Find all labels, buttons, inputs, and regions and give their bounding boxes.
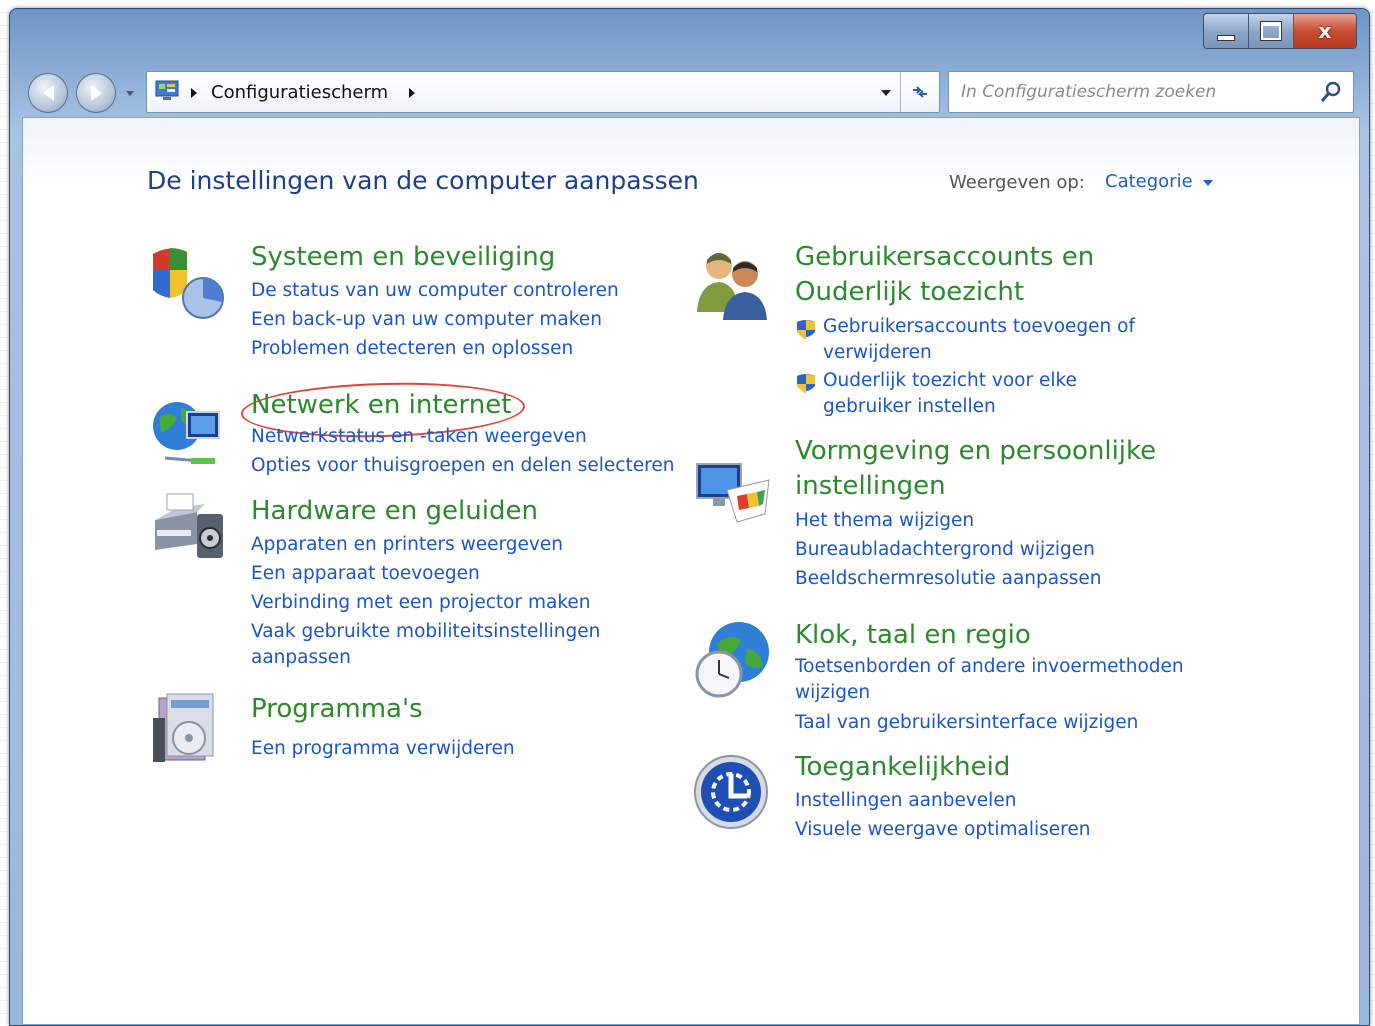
category-title-hardware-en-geluiden[interactable]: Hardware en geluiden xyxy=(251,494,538,529)
category-title-klok-taal-regio[interactable]: Klok, taal en regio xyxy=(795,618,1031,653)
printer-speaker-icon[interactable] xyxy=(147,486,229,568)
accessibility-icon[interactable] xyxy=(691,752,773,834)
link-gebruikersaccounts-toevoegen-label[interactable]: Gebruikersaccounts toevoegen of verwijde… xyxy=(823,316,1135,363)
link-bureaubladachtergrond-wijzigen[interactable]: Bureaubladachtergrond wijzigen xyxy=(795,535,1101,564)
link-apparaten-printers-weergeven[interactable]: Apparaten en printers weergeven xyxy=(251,530,601,559)
minimize-button[interactable] xyxy=(1204,14,1249,48)
link-beeldschermresolutie-aanpassen[interactable]: Beeldschermresolutie aanpassen xyxy=(795,564,1101,593)
uac-shield-icon xyxy=(797,374,815,394)
recent-pages-dropdown[interactable] xyxy=(126,91,134,96)
link-projector-verbinden[interactable]: Verbinding met een projector maken xyxy=(251,588,601,617)
monitor-palette-icon[interactable] xyxy=(691,452,773,534)
view-by-caret-icon[interactable] xyxy=(1203,180,1213,186)
category-title-systeem-en-beveiliging[interactable]: Systeem en beveiliging xyxy=(251,240,555,275)
link-thuisgroepen-selecteren[interactable]: Opties voor thuisgroepen en delen select… xyxy=(251,451,674,480)
category-title-netwerk-en-internet[interactable]: Netwerk en internet xyxy=(251,388,511,423)
link-taal-gebruikersinterface-wijzigen[interactable]: Taal van gebruikersinterface wijzigen xyxy=(795,708,1195,737)
breadcrumb-configuratiescherm[interactable]: Configuratiescherm xyxy=(211,82,388,103)
search-box[interactable] xyxy=(948,71,1354,113)
link-toetsenborden-wijzigen[interactable]: Toetsenborden of andere invoermethoden w… xyxy=(795,654,1195,706)
link-ouderlijk-toezicht-instellen[interactable]: Ouderlijk toezicht voor elke gebruiker i… xyxy=(795,368,1163,420)
view-by-dropdown[interactable]: Categorie xyxy=(1105,171,1193,192)
category-links-gebruikersaccounts: Gebruikersaccounts toevoegen of verwijde… xyxy=(795,314,1163,420)
category-links-toegankelijkheid: Instellingen aanbevelen Visuele weergave… xyxy=(795,786,1090,844)
forward-arrow-icon xyxy=(90,85,102,101)
refresh-icon xyxy=(913,86,927,98)
caption-buttons: x xyxy=(1203,13,1357,49)
category-links-programmas: Een programma verwijderen xyxy=(251,734,515,763)
view-by-label: Weergeven op: xyxy=(949,172,1085,193)
back-arrow-icon xyxy=(42,85,54,101)
category-links-systeem: De status van uw computer controleren Ee… xyxy=(251,276,619,363)
link-visuele-weergave-optimaliseren[interactable]: Visuele weergave optimaliseren xyxy=(795,815,1090,844)
category-links-vormgeving: Het thema wijzigen Bureaubladachtergrond… xyxy=(795,506,1101,593)
breadcrumb-separator-icon[interactable] xyxy=(191,88,197,98)
minimize-icon xyxy=(1217,35,1235,41)
link-problemen-oplossen[interactable]: Problemen detecteren en oplossen xyxy=(251,334,619,363)
globe-network-icon[interactable] xyxy=(147,388,229,470)
programs-disc-icon[interactable] xyxy=(147,688,229,770)
link-status-controleren[interactable]: De status van uw computer controleren xyxy=(251,276,619,305)
content-area: De instellingen van de computer aanpasse… xyxy=(22,117,1360,1025)
link-gebruikersaccounts-toevoegen[interactable]: Gebruikersaccounts toevoegen of verwijde… xyxy=(795,314,1163,366)
link-programma-verwijderen[interactable]: Een programma verwijderen xyxy=(251,734,515,763)
category-links-netwerk: Netwerkstatus en -taken weergeven Opties… xyxy=(251,422,674,480)
users-icon[interactable] xyxy=(691,242,773,324)
control-panel-window: x Configuratiescherm In Configuratiesche… xyxy=(9,8,1370,1026)
category-title-programmas[interactable]: Programma's xyxy=(251,692,423,727)
maximize-button[interactable] xyxy=(1249,14,1294,48)
refresh-button[interactable] xyxy=(900,72,939,112)
category-links-klok: Toetsenborden of andere invoermethoden w… xyxy=(795,654,1195,737)
uac-shield-icon xyxy=(797,320,815,340)
globe-clock-icon[interactable] xyxy=(691,618,773,700)
control-panel-icon xyxy=(155,80,179,100)
shield-chart-icon[interactable] xyxy=(147,240,229,322)
link-netwerkstatus-weergeven[interactable]: Netwerkstatus en -taken weergeven xyxy=(251,422,674,451)
maximize-icon xyxy=(1261,22,1281,40)
category-title-gebruikersaccounts[interactable]: Gebruikersaccounts en Ouderlijk toezicht xyxy=(795,240,1215,310)
close-icon: x xyxy=(1318,19,1332,43)
link-thema-wijzigen[interactable]: Het thema wijzigen xyxy=(795,506,1101,535)
search-icon[interactable] xyxy=(1319,80,1343,104)
page-title: De instellingen van de computer aanpasse… xyxy=(147,166,699,195)
link-ouderlijk-toezicht-label[interactable]: Ouderlijk toezicht voor elke gebruiker i… xyxy=(823,370,1077,417)
forward-button[interactable] xyxy=(76,73,116,113)
address-bar[interactable]: Configuratiescherm xyxy=(146,71,940,113)
link-instellingen-aanbevelen[interactable]: Instellingen aanbevelen xyxy=(795,786,1090,815)
link-mobiliteitsinstellingen-aanpassen[interactable]: Vaak gebruikte mobiliteitsinstellingen a… xyxy=(251,619,601,671)
category-title-toegankelijkheid[interactable]: Toegankelijkheid xyxy=(795,750,1010,785)
breadcrumb-expand-icon[interactable] xyxy=(409,88,415,98)
search-input[interactable] xyxy=(959,78,1313,106)
category-title-vormgeving[interactable]: Vormgeving en persoonlijke instellingen xyxy=(795,434,1215,504)
address-dropdown-icon[interactable] xyxy=(881,90,891,96)
category-links-hardware: Apparaten en printers weergeven Een appa… xyxy=(251,530,601,671)
back-button[interactable] xyxy=(28,73,68,113)
close-button[interactable]: x xyxy=(1294,14,1356,48)
link-back-up-maken[interactable]: Een back-up van uw computer maken xyxy=(251,305,619,334)
navigation-bar: Configuratiescherm xyxy=(24,67,1359,113)
link-apparaat-toevoegen[interactable]: Een apparaat toevoegen xyxy=(251,559,601,588)
